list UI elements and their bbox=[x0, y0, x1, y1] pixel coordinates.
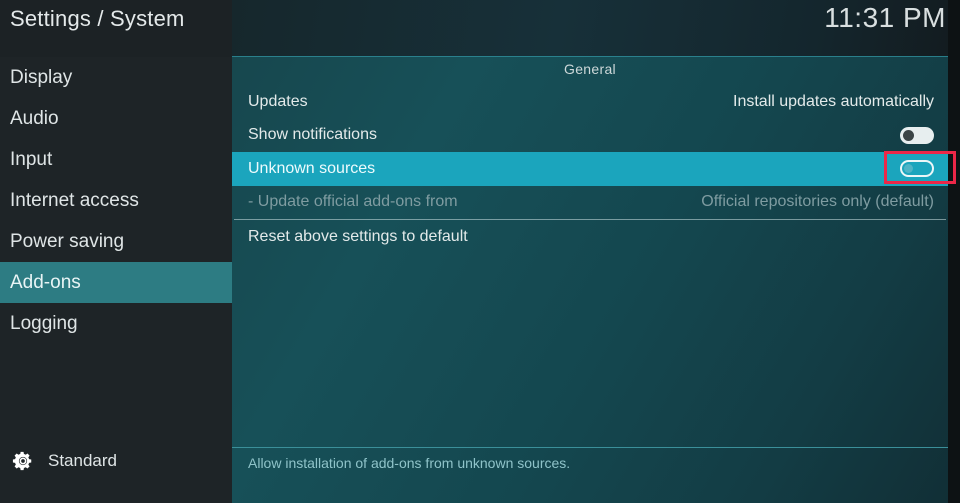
setting-row-show-notifications[interactable]: Show notifications bbox=[232, 119, 948, 153]
breadcrumb: Settings / System bbox=[10, 6, 185, 31]
setting-row-updates[interactable]: Updates Install updates automatically bbox=[232, 85, 948, 119]
sidebar: Display Audio Input Internet access Powe… bbox=[0, 57, 232, 503]
toggle-knob bbox=[904, 164, 913, 174]
settings-panel: General Updates Install updates automati… bbox=[232, 57, 948, 503]
setting-label: Updates bbox=[248, 92, 308, 110]
show-notifications-toggle[interactable] bbox=[900, 126, 934, 144]
sidebar-item-display[interactable]: Display bbox=[0, 57, 232, 98]
sidebar-item-audio[interactable]: Audio bbox=[0, 98, 232, 139]
kodi-settings-screen: Settings / System 11:31 PM Display Audio… bbox=[0, 0, 960, 503]
footer-divider bbox=[232, 447, 948, 448]
sidebar-item-label: Power saving bbox=[10, 230, 125, 252]
setting-row-reset-to-default[interactable]: Reset above settings to default bbox=[232, 220, 948, 254]
sidebar-item-power-saving[interactable]: Power saving bbox=[0, 221, 232, 262]
top-bar: Settings / System 11:31 PM bbox=[0, 0, 960, 57]
setting-row-update-official-addons-from: - Update official add-ons from Official … bbox=[232, 186, 948, 220]
setting-label: Show notifications bbox=[248, 126, 377, 144]
section-header-general: General bbox=[564, 61, 616, 77]
sidebar-item-internet-access[interactable]: Internet access bbox=[0, 180, 232, 221]
setting-label: Reset above settings to default bbox=[248, 227, 468, 245]
setting-label: - Update official add-ons from bbox=[248, 193, 458, 211]
unknown-sources-toggle[interactable] bbox=[900, 160, 934, 178]
gear-icon bbox=[12, 451, 32, 471]
sidebar-item-label: Audio bbox=[10, 107, 59, 129]
setting-help-text: Allow installation of add-ons from unkno… bbox=[248, 455, 571, 471]
settings-level-button[interactable]: Standard bbox=[0, 444, 232, 478]
sidebar-item-label: Add-ons bbox=[10, 271, 81, 293]
settings-level-label: Standard bbox=[48, 451, 117, 470]
sidebar-item-label: Display bbox=[10, 66, 73, 88]
setting-row-unknown-sources[interactable]: Unknown sources bbox=[232, 152, 948, 186]
clock: 11:31 PM bbox=[824, 2, 946, 33]
sidebar-item-logging[interactable]: Logging bbox=[0, 303, 232, 344]
sidebar-item-label: Logging bbox=[10, 312, 78, 334]
settings-list: Updates Install updates automatically Sh… bbox=[232, 85, 948, 254]
setting-label: Unknown sources bbox=[248, 159, 376, 177]
toggle-knob bbox=[903, 129, 914, 141]
setting-value: Install updates automatically bbox=[733, 92, 934, 110]
setting-value: Official repositories only (default) bbox=[701, 193, 934, 211]
right-edge-strip bbox=[948, 0, 960, 503]
sidebar-item-label: Input bbox=[10, 148, 53, 170]
sidebar-item-add-ons[interactable]: Add-ons bbox=[0, 262, 232, 303]
sidebar-item-input[interactable]: Input bbox=[0, 139, 232, 180]
sidebar-item-label: Internet access bbox=[10, 189, 139, 211]
